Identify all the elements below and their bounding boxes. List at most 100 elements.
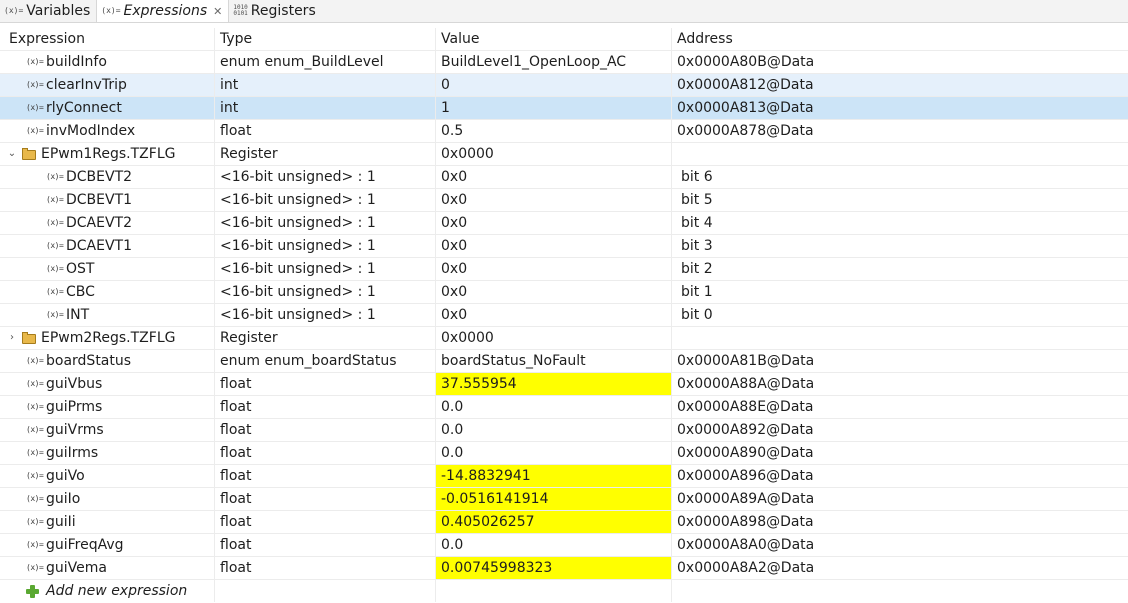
address-cell: 0x0000A88E@Data — [677, 399, 814, 415]
table-row[interactable]: ⌄ EPwm1Regs.TZFLG Register 0x0000 — [0, 143, 1128, 166]
column-header-address[interactable]: Address — [672, 28, 1128, 50]
value-cell-changed[interactable]: 0.405026257 — [436, 511, 672, 533]
type-cell: int — [215, 97, 436, 119]
tab-registers[interactable]: 1010 0101 Registers — [229, 0, 321, 22]
value-cell[interactable]: 0x0000 — [436, 327, 672, 349]
table-row[interactable]: (x)= clearInvTrip int 0 0x0000A812@Data — [0, 74, 1128, 97]
value-cell-changed[interactable]: -0.0516141914 — [436, 488, 672, 510]
table-row[interactable]: (x)= guiVrms float 0.0 0x0000A892@Data — [0, 419, 1128, 442]
value-cell[interactable]: 1 — [436, 97, 672, 119]
variable-icon: (x)= — [26, 563, 44, 572]
table-row[interactable]: (x)= invModIndex float 0.5 0x0000A878@Dat… — [0, 120, 1128, 143]
expression-name: boardStatus — [46, 353, 132, 369]
table-row[interactable]: (x)= DCAEVT1 <16-bit unsigned> : 1 0x0 bi… — [0, 235, 1128, 258]
table-row[interactable]: (x)= INT <16-bit unsigned> : 1 0x0 bit 0 — [0, 304, 1128, 327]
address-cell — [672, 143, 1128, 165]
value-cell[interactable]: 0.0 — [436, 419, 672, 441]
type-cell: <16-bit unsigned> : 1 — [215, 281, 436, 303]
table-row[interactable]: (x)= buildInfo enum enum_BuildLevel Build… — [0, 51, 1128, 74]
table-row[interactable]: (x)= guiIi float 0.405026257 0x0000A898@D… — [0, 511, 1128, 534]
table-row[interactable]: (x)= guiVema float 0.00745998323 0x0000A8… — [0, 557, 1128, 580]
value-cell[interactable]: 0 — [436, 74, 672, 96]
expressions-table: Expression Type Value Address (x)= buildI… — [0, 28, 1128, 603]
value-cell[interactable]: 0.0 — [436, 442, 672, 464]
table-row[interactable]: (x)= guiVo float -14.8832941 0x0000A896@D… — [0, 465, 1128, 488]
value-cell-changed[interactable]: -14.8832941 — [436, 465, 672, 487]
address-cell: bit 3 — [681, 238, 713, 254]
value-cell[interactable]: 0x0 — [436, 304, 672, 326]
address-cell: 0x0000A890@Data — [677, 445, 814, 461]
table-row[interactable]: (x)= guiFreqAvg float 0.0 0x0000A8A0@Data — [0, 534, 1128, 557]
expression-name: DCBEVT1 — [66, 192, 133, 208]
value-cell[interactable]: 0.0 — [436, 534, 672, 556]
column-header-value[interactable]: Value — [436, 28, 672, 50]
register-folder-icon — [22, 332, 37, 344]
table-row[interactable]: (x)= guiIrms float 0.0 0x0000A890@Data — [0, 442, 1128, 465]
close-icon[interactable]: ✕ — [213, 5, 222, 18]
address-cell: bit 6 — [681, 169, 713, 185]
table-row[interactable]: (x)= OST <16-bit unsigned> : 1 0x0 bit 2 — [0, 258, 1128, 281]
type-cell: enum enum_boardStatus — [215, 350, 436, 372]
table-row[interactable]: (x)= boardStatus enum enum_boardStatus bo… — [0, 350, 1128, 373]
register-folder-icon — [22, 148, 37, 160]
table-row[interactable]: (x)= guiIo float -0.0516141914 0x0000A89A… — [0, 488, 1128, 511]
variable-icon: (x)= — [26, 425, 44, 434]
variable-icon: (x)= — [46, 287, 64, 296]
tab-expressions[interactable]: (x)= Expressions ✕ — [96, 0, 230, 22]
table-row[interactable]: (x)= DCBEVT1 <16-bit unsigned> : 1 0x0 bi… — [0, 189, 1128, 212]
value-cell[interactable]: 0x0 — [436, 235, 672, 257]
expression-name: guiVema — [46, 560, 107, 576]
expression-name: CBC — [66, 284, 95, 300]
add-icon — [26, 584, 39, 598]
type-cell: float — [215, 534, 436, 556]
expression-name: DCBEVT2 — [66, 169, 133, 185]
add-expression-label[interactable]: Add new expression — [46, 580, 187, 602]
address-cell: 0x0000A81B@Data — [677, 353, 815, 369]
tab-label: Registers — [250, 3, 316, 19]
value-cell[interactable]: 0x0 — [436, 281, 672, 303]
table-header: Expression Type Value Address — [0, 28, 1128, 51]
tab-variables[interactable]: (x)= Variables — [0, 0, 96, 22]
table-row[interactable]: (x)= DCBEVT2 <16-bit unsigned> : 1 0x0 bi… — [0, 166, 1128, 189]
tab-label: Variables — [26, 3, 91, 19]
table-row[interactable]: › EPwm2Regs.TZFLG Register 0x0000 — [0, 327, 1128, 350]
table-row[interactable]: (x)= DCAEVT2 <16-bit unsigned> : 1 0x0 bi… — [0, 212, 1128, 235]
variable-icon: (x)= — [26, 517, 44, 526]
value-cell[interactable]: boardStatus_NoFault — [436, 350, 672, 372]
type-cell: <16-bit unsigned> : 1 — [215, 235, 436, 257]
value-cell-changed[interactable]: 0.00745998323 — [436, 557, 672, 579]
variable-icon: (x)= — [26, 471, 44, 480]
expression-name: guiFreqAvg — [46, 537, 124, 553]
table-row[interactable]: (x)= CBC <16-bit unsigned> : 1 0x0 bit 1 — [0, 281, 1128, 304]
variable-icon: (x)= — [46, 172, 64, 181]
address-cell: 0x0000A898@Data — [677, 514, 814, 530]
type-cell: Register — [215, 327, 436, 349]
column-header-expression[interactable]: Expression — [0, 28, 215, 50]
table-row[interactable]: (x)= rlyConnect int 1 0x0000A813@Data — [0, 97, 1128, 120]
variable-icon: (x)= — [26, 494, 44, 503]
address-cell: bit 2 — [681, 261, 713, 277]
chevron-right-icon[interactable]: › — [6, 327, 18, 349]
table-row[interactable]: (x)= guiVbus float 37.555954 0x0000A88A@D… — [0, 373, 1128, 396]
value-cell-changed[interactable]: 37.555954 — [436, 373, 672, 395]
value-cell[interactable]: 0x0000 — [436, 143, 672, 165]
column-header-type[interactable]: Type — [215, 28, 436, 50]
table-row[interactable]: (x)= guiPrms float 0.0 0x0000A88E@Data — [0, 396, 1128, 419]
expression-name: guiVrms — [46, 422, 104, 438]
expression-name: rlyConnect — [46, 100, 122, 116]
type-cell: float — [215, 465, 436, 487]
value-cell[interactable]: 0x0 — [436, 212, 672, 234]
value-cell[interactable]: 0.5 — [436, 120, 672, 142]
value-cell[interactable]: 0x0 — [436, 166, 672, 188]
type-cell: float — [215, 488, 436, 510]
add-expression-row[interactable]: Add new expression — [0, 580, 1128, 603]
view-tab-bar: (x)= Variables (x)= Expressions ✕ 1010 0… — [0, 0, 1128, 23]
value-cell[interactable]: 0.0 — [436, 396, 672, 418]
value-cell[interactable]: BuildLevel1_OpenLoop_AC — [436, 51, 672, 73]
variable-icon: (x)= — [46, 241, 64, 250]
type-cell: float — [215, 557, 436, 579]
type-cell: float — [215, 120, 436, 142]
chevron-down-icon[interactable]: ⌄ — [6, 143, 18, 165]
value-cell[interactable]: 0x0 — [436, 258, 672, 280]
value-cell[interactable]: 0x0 — [436, 189, 672, 211]
